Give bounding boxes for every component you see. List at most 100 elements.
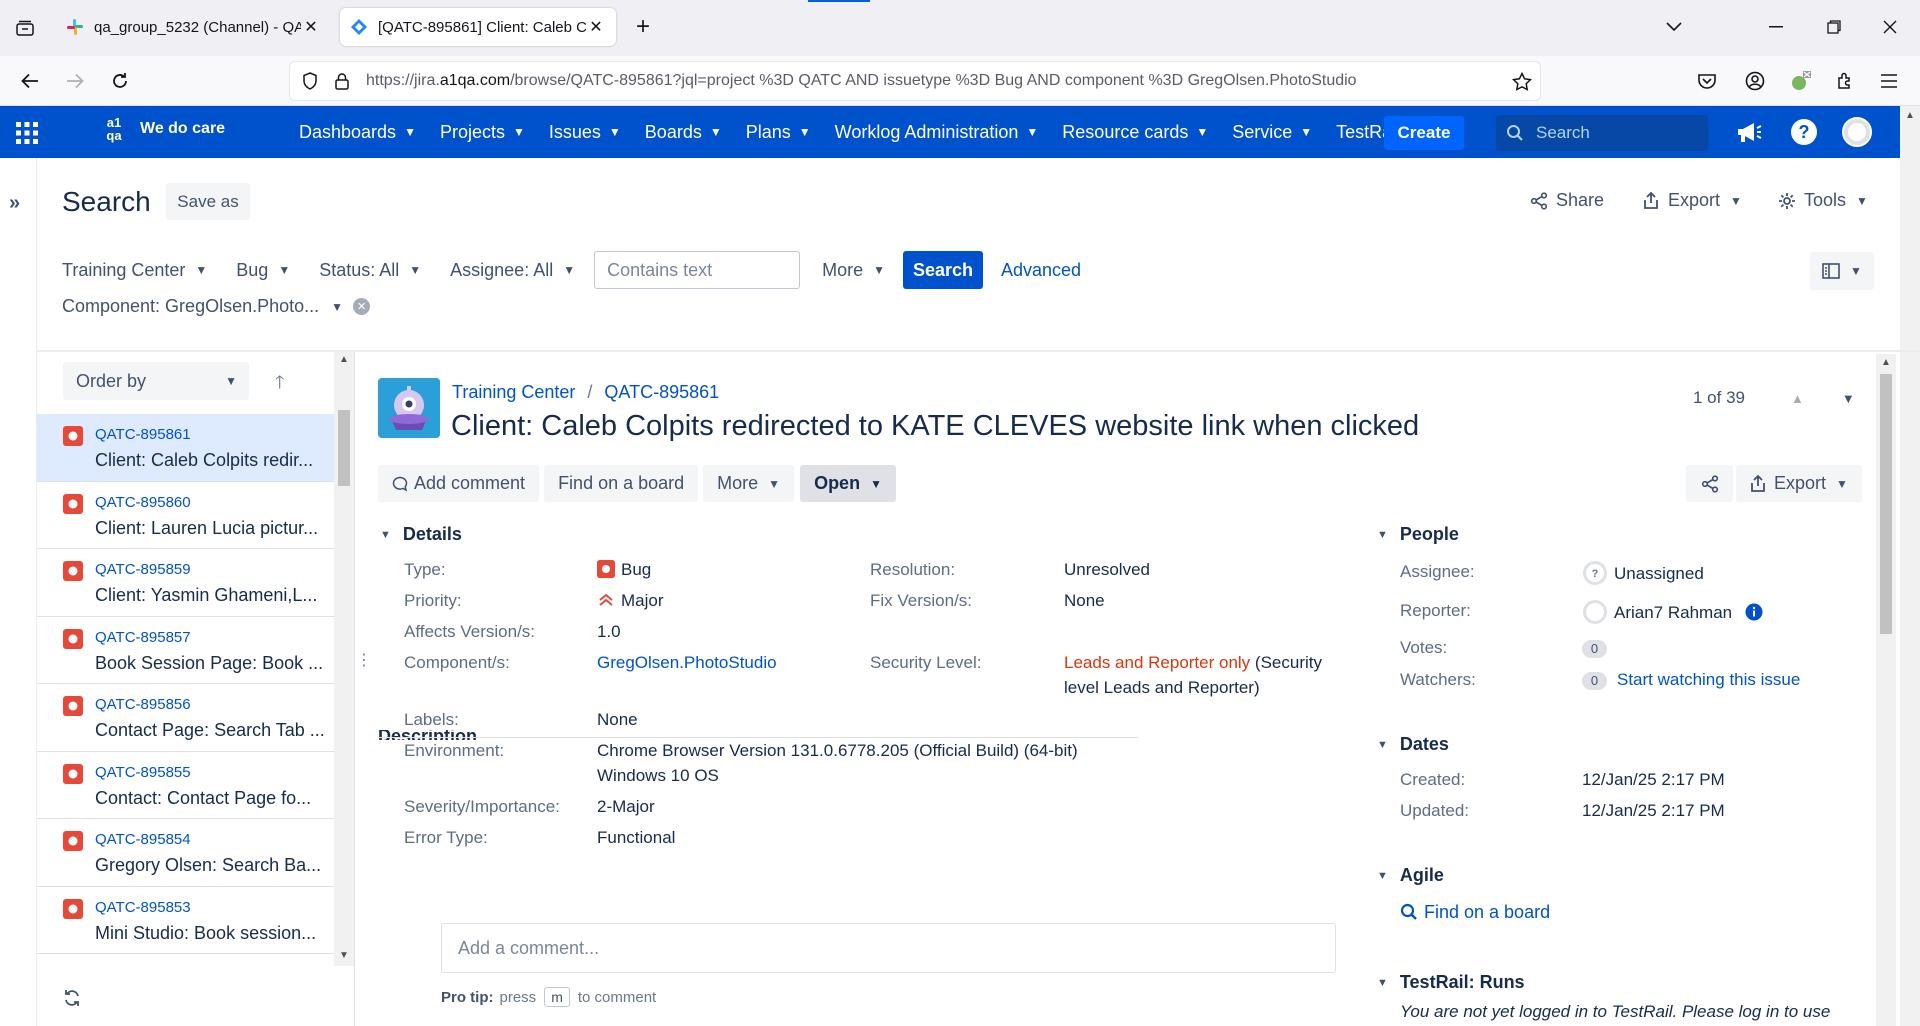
list-item[interactable]: QATC-895854 Gregory Olsen: Search Ba...	[37, 819, 334, 887]
lock-icon[interactable]	[332, 71, 352, 91]
votes-value[interactable]: 0	[1582, 638, 1617, 658]
advanced-search-link[interactable]: Advanced	[1001, 260, 1081, 281]
url-text[interactable]: https://jira.a1qa.com/browse/QATC-895861…	[366, 72, 1357, 90]
list-item[interactable]: QATC-895856 Contact Page: Search Tab ...	[37, 684, 334, 752]
create-button[interactable]: Create	[1384, 116, 1464, 150]
project-filter[interactable]: Training Center ▼	[62, 260, 207, 281]
list-all-tabs-icon[interactable]	[10, 14, 40, 42]
app-switcher-icon[interactable]	[14, 120, 40, 146]
extensions-icon[interactable]	[1829, 66, 1861, 96]
app-menu-icon[interactable]	[1873, 66, 1905, 96]
breadcrumb-project-link[interactable]: Training Center	[452, 382, 575, 403]
menu-resource-cards[interactable]: Resource cards ▼	[1062, 122, 1208, 143]
reload-icon[interactable]	[104, 66, 136, 96]
tab-overflow-chevron-icon[interactable]	[1654, 12, 1694, 42]
scrollbar-thumb[interactable]	[1880, 374, 1892, 634]
add-comment-button[interactable]: Add comment	[378, 465, 540, 502]
share-issue-button[interactable]	[1686, 465, 1733, 502]
breadcrumb-issue-key-link[interactable]: QATC-895861	[604, 382, 719, 403]
address-bar[interactable]: https://jira.a1qa.com/browse/QATC-895861…	[290, 62, 1540, 100]
more-actions-button[interactable]: More ▼	[703, 465, 795, 502]
account-icon[interactable]	[1739, 66, 1771, 96]
watchers-count[interactable]: 0	[1582, 672, 1607, 690]
clear-filter-icon[interactable]: ✕	[353, 298, 371, 315]
scroll-up-icon[interactable]: ▲	[1905, 110, 1915, 121]
menu-boards[interactable]: Boards ▼	[645, 122, 722, 143]
browser-tab-jira[interactable]: [QATC-895861] Client: Caleb Co ✕	[340, 8, 616, 46]
scroll-up-icon[interactable]: ▲	[1881, 357, 1891, 368]
menu-projects[interactable]: Projects ▼	[440, 122, 525, 143]
start-watching-link[interactable]: Start watching this issue	[1617, 670, 1800, 689]
component-link[interactable]: GregOlsen.PhotoStudio	[597, 653, 777, 673]
agile-section-toggle[interactable]: ▼ Agile	[1377, 865, 1444, 886]
save-as-button[interactable]: Save as	[166, 183, 250, 220]
extension-badge-icon[interactable]	[1784, 66, 1816, 96]
component-filter[interactable]: Component: GregOlsen.Photo... ▼ ✕	[62, 296, 371, 317]
list-item[interactable]: QATC-895861 Client: Caleb Colpits redir.…	[37, 414, 334, 482]
assignee-filter[interactable]: Assignee: All ▼	[450, 260, 575, 281]
agile-find-on-board-link[interactable]: Find on a board	[1400, 902, 1550, 923]
tools-menu-button[interactable]: Tools ▼	[1778, 190, 1868, 211]
detail-scrollbar[interactable]: ▲	[1876, 354, 1896, 1026]
announcement-megaphone-icon[interactable]	[1733, 117, 1763, 147]
minimize-icon[interactable]	[1756, 12, 1796, 42]
help-icon[interactable]: ?	[1789, 117, 1819, 147]
list-item[interactable]: QATC-895860 Client: Lauren Lucia pictur.…	[37, 482, 334, 549]
issue-title[interactable]: Client: Caleb Colpits redirected to KATE…	[451, 410, 1419, 443]
people-section-toggle[interactable]: ▼ People	[1377, 524, 1459, 545]
order-by-button[interactable]: Order by ▼	[63, 362, 249, 400]
search-button[interactable]: Search	[903, 251, 983, 289]
next-issue-chevron-down-icon[interactable]: ▼	[1842, 391, 1855, 406]
status-filter[interactable]: Status: All ▼	[319, 260, 421, 281]
list-item[interactable]: QATC-895859 Client: Yasmin Ghameni,L...	[37, 549, 334, 617]
layout-switcher-button[interactable]: ▼	[1810, 252, 1874, 290]
scroll-down-icon[interactable]: ▼	[339, 950, 349, 961]
export-issue-button[interactable]: Export ▼	[1736, 465, 1862, 502]
info-icon[interactable]	[1745, 603, 1763, 621]
browser-tab-slack[interactable]: qa_group_5232 (Channel) - QA ✕	[56, 8, 331, 46]
list-item[interactable]: QATC-895853 Mini Studio: Book session...	[37, 887, 334, 954]
more-filters-button[interactable]: More ▼	[822, 260, 885, 281]
sort-direction-icon[interactable]: 🡑	[275, 370, 284, 400]
contains-text-input[interactable]	[594, 251, 801, 289]
status-open-button[interactable]: Open ▼	[800, 465, 896, 502]
list-item[interactable]: QATC-895855 Contact: Contact Page fo...	[37, 752, 334, 819]
menu-dashboards[interactable]: Dashboards ▼	[299, 122, 416, 143]
menu-worklog-administration[interactable]: Worklog Administration ▼	[835, 122, 1039, 143]
shield-icon[interactable]	[300, 71, 320, 91]
type-filter[interactable]: Bug ▼	[236, 260, 290, 281]
assignee-value[interactable]: ? Unassigned	[1582, 560, 1704, 586]
close-tab-icon[interactable]: ✕	[301, 17, 321, 37]
expand-sidebar-icon[interactable]: »	[9, 192, 20, 215]
list-item[interactable]: QATC-895857 Book Session Page: Book ...	[37, 617, 334, 684]
forward-icon[interactable]	[59, 66, 91, 96]
dates-section-toggle[interactable]: ▼ Dates	[1377, 734, 1449, 755]
export-menu-button[interactable]: Export ▼	[1642, 190, 1742, 211]
back-icon[interactable]	[14, 66, 46, 96]
details-section-toggle[interactable]: ▼ Details	[380, 524, 462, 545]
scrollbar-thumb[interactable]	[338, 410, 350, 486]
close-window-icon[interactable]	[1870, 12, 1910, 42]
reporter-value[interactable]: Arian7 Rahman	[1582, 599, 1769, 625]
share-button[interactable]: Share	[1530, 190, 1604, 211]
close-tab-icon[interactable]: ✕	[586, 17, 606, 37]
add-comment-input[interactable]: Add a comment...	[441, 923, 1336, 973]
previous-issue-chevron-up-icon[interactable]: ▲	[1791, 391, 1804, 406]
refresh-icon[interactable]	[62, 988, 82, 1008]
testrail-section-toggle[interactable]: ▼ TestRail: Runs	[1377, 972, 1525, 993]
new-tab-icon[interactable]: +	[628, 14, 658, 42]
description-section-toggle[interactable]: Description	[378, 730, 1138, 740]
find-on-board-button[interactable]: Find on a board	[544, 465, 699, 502]
user-avatar[interactable]	[1842, 117, 1872, 147]
affects-version-value[interactable]: 1.0	[597, 622, 621, 642]
pocket-icon[interactable]	[1691, 66, 1723, 96]
scroll-up-icon[interactable]: ▲	[339, 354, 349, 365]
quick-search-input[interactable]: Search	[1496, 115, 1708, 151]
project-avatar[interactable]	[378, 378, 440, 438]
menu-issues[interactable]: Issues ▼	[549, 122, 621, 143]
menu-plans[interactable]: Plans ▼	[746, 122, 811, 143]
bookmark-star-icon[interactable]	[1512, 71, 1532, 91]
menu-service[interactable]: Service ▼	[1232, 122, 1312, 143]
a1qa-logo[interactable]: a1 qa We do care	[102, 116, 225, 142]
restore-icon[interactable]	[1814, 12, 1854, 42]
